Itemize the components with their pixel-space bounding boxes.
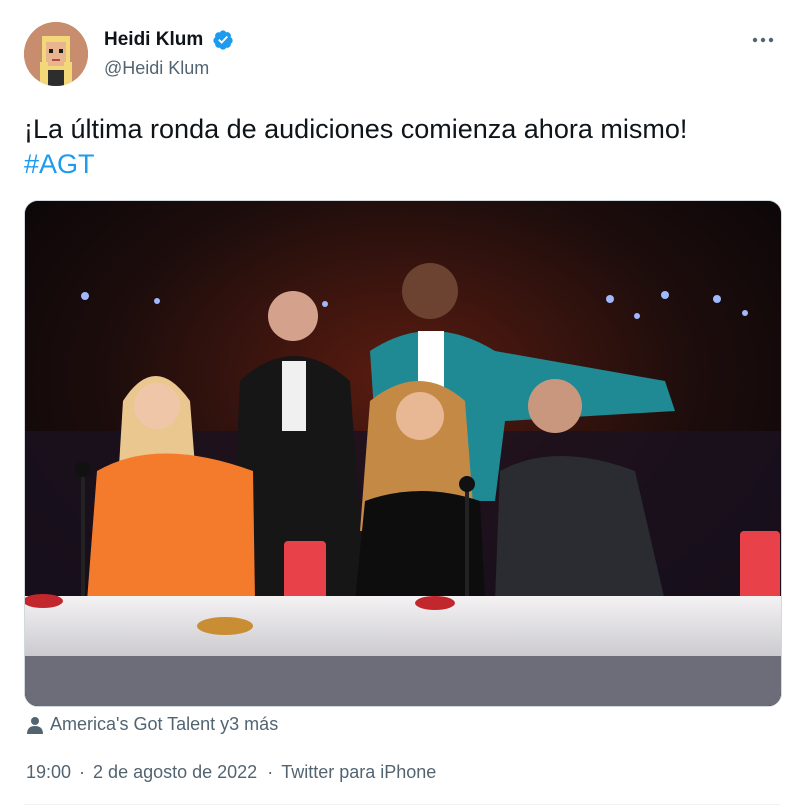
tagged-label: America's Got Talent y3 más bbox=[50, 714, 279, 734]
author-display-name[interactable]: Heidi Klum bbox=[104, 28, 203, 52]
pixel-avatar-icon bbox=[24, 22, 88, 86]
tweet-source[interactable]: Twitter para iPhone bbox=[281, 762, 436, 782]
more-options-icon[interactable] bbox=[748, 28, 778, 52]
author-handle[interactable]: @Heidi Klum bbox=[104, 56, 234, 80]
verified-badge-icon bbox=[213, 30, 233, 50]
user-tag-icon bbox=[27, 717, 43, 734]
author-names: Heidi Klum @Heidi Klum bbox=[104, 28, 234, 80]
tweet-body: ¡La última ronda de audiciones comienza … bbox=[24, 114, 688, 144]
tagged-users[interactable]: America's Got Talent y3 más bbox=[26, 710, 278, 738]
hashtag-link[interactable]: #AGT bbox=[24, 147, 780, 182]
judges-photo-illustration bbox=[25, 201, 781, 706]
tweet-photo[interactable] bbox=[24, 200, 782, 707]
divider bbox=[24, 804, 780, 805]
separator-dot: · bbox=[79, 762, 86, 782]
tweet-meta: 19:00 · 2 de agosto de 2022 · Twitter para i… bbox=[26, 760, 436, 784]
separator-dot: · bbox=[267, 762, 274, 782]
tweet-time[interactable]: 19:00 bbox=[26, 762, 71, 782]
author-avatar[interactable] bbox=[24, 22, 88, 86]
tweet-header: Heidi Klum @Heidi Klum bbox=[24, 22, 780, 86]
tweet-date[interactable]: 2 de agosto de 2022 bbox=[93, 762, 257, 782]
tweet-text: ¡La última ronda de audiciones comienza … bbox=[24, 112, 780, 182]
